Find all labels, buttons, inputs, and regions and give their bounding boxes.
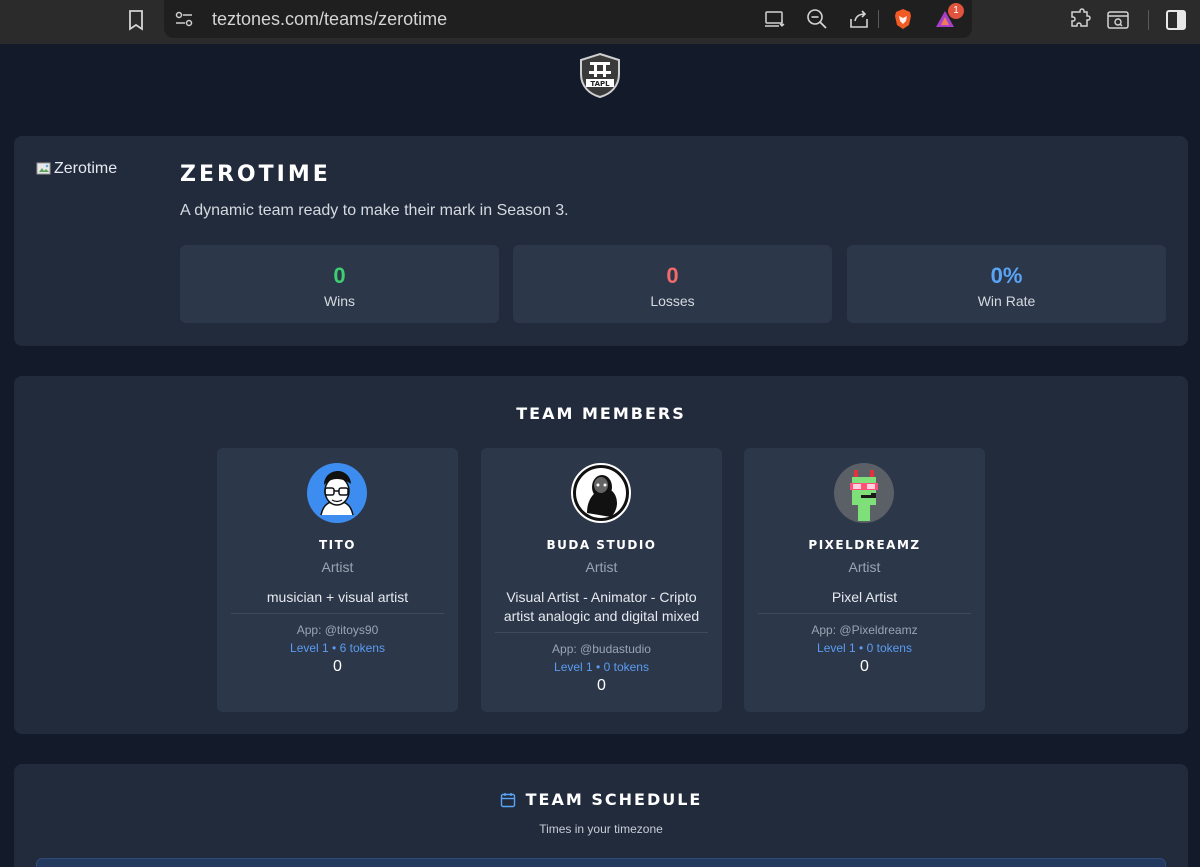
browser-toolbar: teztones.com/teams/zerotime 1: [0, 0, 1200, 44]
broken-image-icon: [36, 162, 51, 175]
schedule-panel: [36, 858, 1166, 867]
member-count: 0: [597, 677, 606, 694]
member-role: Artist: [585, 559, 618, 575]
address-bar[interactable]: teztones.com/teams/zerotime 1: [164, 0, 972, 38]
member-card-buda-studio[interactable]: BUDA STUDIO Artist Visual Artist - Anima…: [481, 448, 722, 712]
divider: [231, 613, 444, 614]
site-settings-icon[interactable]: [174, 9, 194, 29]
toolbar-separator: [878, 10, 879, 28]
member-count: 0: [860, 658, 869, 675]
stat-label: Wins: [323, 293, 356, 309]
share-icon[interactable]: [848, 8, 870, 30]
section-title: TEAM SCHEDULE: [525, 790, 703, 809]
brave-shields-icon[interactable]: [892, 8, 914, 30]
member-level: Level 1 • 0 tokens: [554, 660, 649, 674]
rewards-notification-badge: 1: [948, 3, 964, 19]
zoom-out-icon[interactable]: [806, 8, 828, 30]
stat-win-rate: 0% Win Rate: [847, 245, 1166, 323]
member-card-pixeldreamz[interactable]: PIXELDREAMZ Artist Pixel Artist App: @Pi…: [744, 448, 985, 712]
avatar[interactable]: [834, 463, 894, 523]
team-members-section: TEAM MEMBERS TITO Artist musician + visu…: [14, 376, 1188, 734]
member-card-tito[interactable]: TITO Artist musician + visual artist App…: [217, 448, 458, 712]
member-role: Artist: [848, 559, 881, 575]
divider: [758, 613, 971, 614]
avatar[interactable]: [307, 463, 367, 523]
sidebar-toggle-icon[interactable]: [1164, 8, 1188, 32]
toolbar-separator: [1148, 10, 1149, 30]
schedule-heading: TEAM SCHEDULE: [14, 790, 1188, 809]
stat-label: Win Rate: [977, 293, 1036, 309]
member-count: 0: [333, 658, 342, 675]
stat-value: 0: [333, 263, 346, 288]
stat-losses: 0 Losses: [513, 245, 832, 323]
bookmark-icon[interactable]: [124, 8, 148, 32]
team-image: Zerotime: [36, 160, 117, 178]
member-name[interactable]: BUDA STUDIO: [481, 538, 722, 552]
install-app-icon[interactable]: [764, 8, 786, 30]
member-app-handle: App: @budastudio: [552, 642, 651, 656]
member-name[interactable]: PIXELDREAMZ: [744, 538, 985, 552]
member-bio: Visual Artist - Animator - Cripto artist…: [503, 589, 700, 624]
member-app-handle: App: @Pixeldreamz: [811, 623, 918, 637]
team-description: A dynamic team ready to make their mark …: [180, 202, 569, 219]
stat-value: 0: [666, 263, 679, 288]
svg-text:TAPL: TAPL: [590, 80, 610, 88]
wallet-icon[interactable]: [1106, 8, 1130, 32]
league-logo[interactable]: TAPL: [578, 52, 622, 98]
team-header-card: Zerotime ZEROTIME A dynamic team ready t…: [14, 136, 1188, 346]
divider: [495, 632, 708, 633]
member-level: Level 1 • 6 tokens: [290, 641, 385, 655]
url-text[interactable]: teztones.com/teams/zerotime: [212, 9, 447, 30]
team-schedule-section: TEAM SCHEDULE Times in your timezone: [14, 764, 1188, 867]
extensions-icon[interactable]: [1068, 8, 1092, 32]
member-bio: musician + visual artist: [266, 589, 409, 605]
section-title: TEAM MEMBERS: [516, 404, 686, 423]
avatar[interactable]: [571, 463, 631, 523]
member-role: Artist: [321, 559, 354, 575]
member-level: Level 1 • 0 tokens: [817, 641, 912, 655]
member-bio: Pixel Artist: [831, 589, 898, 605]
stat-label: Losses: [650, 293, 695, 309]
team-name: ZEROTIME: [180, 162, 331, 187]
calendar-icon: [500, 792, 515, 807]
member-app-handle: App: @titoys90: [296, 623, 379, 637]
schedule-subtitle: Times in your timezone: [539, 822, 663, 836]
member-name[interactable]: TITO: [217, 538, 458, 552]
stat-value: 0%: [990, 263, 1023, 288]
stat-wins: 0 Wins: [180, 245, 499, 323]
team-image-alt: Zerotime: [54, 160, 118, 177]
